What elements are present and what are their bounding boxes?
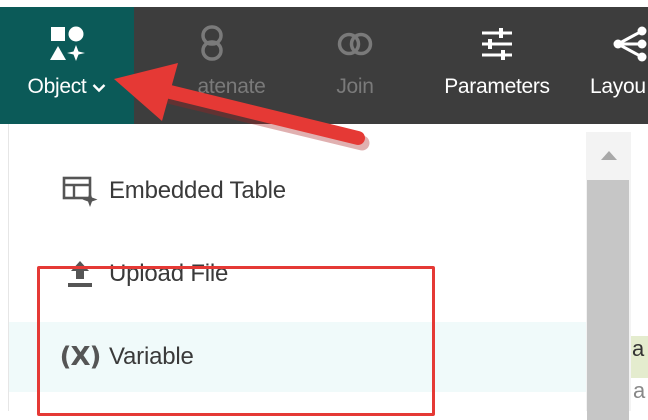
menu-item-label: Embedded Table bbox=[109, 177, 286, 204]
network-icon bbox=[612, 23, 648, 65]
join-icon bbox=[335, 23, 375, 65]
concatenate-label: atenate bbox=[197, 75, 266, 98]
layout-label: Layou bbox=[590, 75, 646, 98]
scroll-up-arrow-icon[interactable] bbox=[586, 132, 631, 178]
menu-item-embedded-table[interactable]: Embedded Table bbox=[9, 156, 587, 226]
concatenate-icon bbox=[197, 23, 227, 65]
layout-button[interactable]: Layou bbox=[580, 7, 648, 124]
parameters-label: Parameters bbox=[444, 75, 550, 98]
toolbar: Object atenate Join Parameters Layou bbox=[0, 7, 648, 124]
chevron-down-icon bbox=[92, 75, 106, 99]
top-border bbox=[0, 0, 648, 7]
parameters-button[interactable]: Parameters bbox=[420, 7, 574, 124]
object-label: Object bbox=[27, 75, 87, 98]
concatenate-button[interactable]: atenate bbox=[134, 7, 289, 124]
background-cell-faint: a bbox=[633, 378, 646, 403]
scrollbar-thumb[interactable] bbox=[587, 180, 629, 420]
join-label: Join bbox=[336, 75, 374, 98]
sliders-icon bbox=[477, 23, 517, 65]
background-cell: a bbox=[631, 336, 648, 378]
object-menu-button[interactable]: Object bbox=[0, 7, 134, 124]
shapes-icon bbox=[47, 23, 87, 65]
join-button[interactable]: Join bbox=[300, 7, 410, 124]
embedded-table-icon bbox=[57, 175, 103, 207]
annotation-highlight-box bbox=[37, 266, 435, 416]
dropdown-scrollbar[interactable] bbox=[586, 132, 631, 420]
